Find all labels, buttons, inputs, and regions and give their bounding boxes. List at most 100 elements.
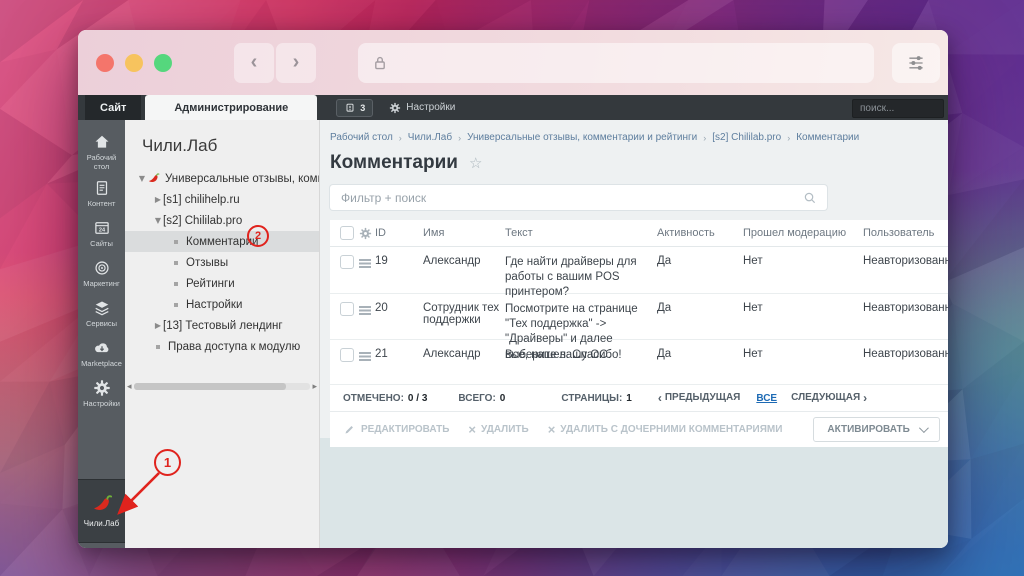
column-header-id[interactable]: ID	[375, 227, 423, 239]
sidebar-item-label: Маркетинг	[83, 280, 119, 289]
column-header-name[interactable]: Имя	[423, 227, 505, 239]
row-menu-icon[interactable]	[359, 352, 371, 354]
cell-id: 19	[375, 255, 423, 267]
sliders-icon	[905, 52, 927, 74]
tree-item-settings[interactable]: Настройки	[125, 294, 319, 315]
scrollbar-thumb[interactable]	[134, 383, 286, 390]
table-settings-gear-icon[interactable]	[359, 227, 372, 240]
tree-item-comments[interactable]: Комментарии	[125, 231, 319, 252]
zoom-window-button[interactable]	[154, 54, 172, 72]
breadcrumb-link[interactable]: Рабочий стол	[330, 132, 393, 143]
pencil-icon	[343, 423, 356, 436]
column-header-text[interactable]: Текст	[505, 227, 657, 239]
row-checkbox[interactable]	[340, 302, 354, 316]
topbar-settings-button[interactable]: Настройки	[389, 102, 455, 114]
close-window-button[interactable]	[96, 54, 114, 72]
breadcrumb-separator: ›	[399, 133, 402, 143]
row-checkbox[interactable]	[340, 255, 354, 269]
search-icon	[802, 190, 818, 206]
cell-id: 21	[375, 348, 423, 360]
next-page-link[interactable]: СЛЕДУЮЩАЯ›	[791, 392, 870, 404]
cross-icon: ×	[468, 423, 476, 436]
tree-item-test-landing[interactable]: ▶ [13] Тестовый лендинг	[125, 315, 319, 336]
sidebar-item-marketing[interactable]: Маркетинг	[78, 255, 125, 295]
row-menu-icon[interactable]	[359, 259, 371, 261]
traffic-lights	[96, 54, 172, 72]
delete-button[interactable]: × УДАЛИТЬ	[468, 423, 528, 436]
breadcrumb-link[interactable]: [s2] Chililab.pro	[712, 132, 781, 143]
breadcrumb-link[interactable]: Универсальные отзывы, комментарии и рейт…	[467, 132, 697, 143]
column-header-moderated[interactable]: Прошел модерацию	[743, 227, 863, 239]
column-header-active[interactable]: Активность	[657, 227, 743, 239]
tree-title: Чили.Лаб	[142, 136, 319, 156]
browser-settings-button[interactable]	[892, 43, 940, 83]
minimize-window-button[interactable]	[125, 54, 143, 72]
all-pages-link[interactable]: ВСЕ	[756, 393, 777, 404]
sidebar-item-content[interactable]: Контент	[78, 175, 125, 215]
notifications-button[interactable]: 3	[336, 99, 373, 117]
cell-moderated: Нет	[743, 255, 863, 267]
checked-counter: ОТМЕЧЕНО:0 / 3	[343, 393, 427, 404]
row-menu-icon[interactable]	[359, 306, 371, 308]
sidebar-item-sites[interactable]: Сайты	[78, 215, 125, 255]
sidebar-item-services[interactable]: Сервисы	[78, 295, 125, 335]
back-button[interactable]: ‹	[234, 43, 274, 83]
address-input[interactable]	[390, 55, 862, 70]
chevron-right-icon[interactable]: ▶	[153, 321, 163, 330]
page-title: Комментарии	[330, 152, 458, 174]
tab-administration[interactable]: Администрирование	[145, 95, 317, 120]
tree-item-module-permissions[interactable]: Права доступа к модулю	[125, 336, 319, 357]
favorite-star-icon[interactable]: ☆	[469, 154, 482, 172]
sidebar-item-marketplace[interactable]: Marketplace	[78, 335, 125, 375]
sidebar-item-chililab[interactable]: Чили.Лаб	[78, 479, 125, 543]
tab-site-label: Сайт	[100, 102, 126, 114]
select-all-checkbox[interactable]	[340, 226, 354, 240]
prev-page-link[interactable]: ‹ПРЕДЫДУЩАЯ	[655, 392, 741, 404]
breadcrumb-link[interactable]: Комментарии	[796, 132, 859, 143]
scroll-left-icon[interactable]: ◂	[127, 381, 132, 392]
cell-active: Да	[657, 302, 743, 314]
bullet-icon	[156, 345, 160, 349]
notification-flag-icon	[344, 102, 356, 114]
tab-site[interactable]: Сайт	[85, 95, 141, 120]
sidebar-item-label: Marketplace	[81, 360, 122, 369]
lock-icon	[370, 53, 390, 73]
chevron-right-icon[interactable]: ▶	[153, 195, 163, 204]
sidebar-item-settings[interactable]: Настройки	[78, 375, 125, 415]
filter-search-box[interactable]	[330, 185, 827, 210]
comments-table: ID Имя Текст Активность Прошел модерацию…	[330, 220, 948, 447]
admin-search-input[interactable]	[852, 99, 944, 118]
delete-with-children-button[interactable]: × УДАЛИТЬ С ДОЧЕРНИМИ КОММЕНТАРИЯМИ	[548, 423, 783, 436]
tree-item-universal-reviews[interactable]: ▼ Универсальные отзывы, комментарии и ре…	[125, 168, 319, 189]
tree-item-s2-chililab[interactable]: ▼ [s2] Chililab.pro	[125, 210, 319, 231]
cell-text: Все, нашел. Спасибо!	[505, 348, 657, 363]
breadcrumb-separator: ›	[787, 133, 790, 143]
annotation-number: 1	[164, 455, 171, 470]
breadcrumb-link[interactable]: Чили.Лаб	[408, 132, 452, 143]
sidebar-item-desktop[interactable]: Рабочий стол	[78, 129, 125, 175]
notification-count: 3	[360, 103, 365, 113]
scroll-right-icon[interactable]: ▸	[312, 381, 317, 392]
activate-dropdown-button[interactable]: АКТИВИРОВАТЬ	[813, 417, 939, 442]
tree-item-label: [s2] Chililab.pro	[163, 215, 242, 227]
filter-search-input[interactable]	[330, 191, 802, 205]
cell-name: Александр	[423, 348, 505, 360]
column-header-user[interactable]: Пользователь	[863, 227, 944, 239]
cell-moderated: Нет	[743, 348, 863, 360]
total-counter: ВСЕГО:0	[458, 393, 505, 404]
cell-text: Где найти драйверы для работы с вашим PO…	[505, 255, 657, 301]
chevron-down-icon	[919, 423, 929, 433]
tree-item-reviews[interactable]: Отзывы	[125, 252, 319, 273]
table-row: 19 Александр Где найти драйверы для рабо…	[330, 247, 948, 294]
tree-horizontal-scrollbar[interactable]: ◂ ▸	[127, 381, 317, 392]
sidebar-item-label: Сервисы	[86, 320, 117, 329]
row-checkbox[interactable]	[340, 348, 354, 362]
tree-item-ratings[interactable]: Рейтинги	[125, 273, 319, 294]
tree-item-s1-chilihelp[interactable]: ▶ [s1] chilihelp.ru	[125, 189, 319, 210]
topbar-settings-label: Настройки	[406, 102, 455, 113]
forward-button[interactable]: ›	[276, 43, 316, 83]
address-bar[interactable]	[358, 43, 874, 83]
chevron-down-icon[interactable]: ▼	[153, 216, 163, 225]
chevron-down-icon[interactable]: ▼	[137, 174, 147, 183]
edit-button[interactable]: РЕДАКТИРОВАТЬ	[343, 423, 449, 436]
